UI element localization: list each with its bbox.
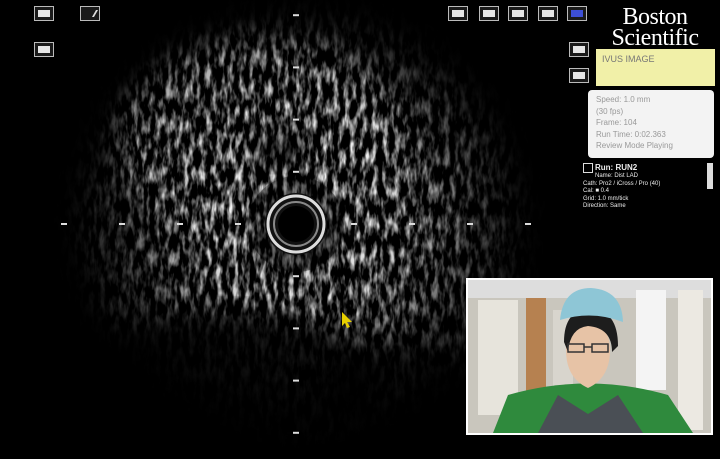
display-icon[interactable] xyxy=(567,6,587,21)
back-icon[interactable] xyxy=(479,6,499,21)
export-icon[interactable] xyxy=(538,6,558,21)
contrast-icon[interactable] xyxy=(569,42,589,57)
mode-label: Review Mode Playing xyxy=(596,141,673,150)
grid-tick-vertical xyxy=(293,118,299,121)
grid-tick-vertical xyxy=(293,431,299,434)
grid-tick-vertical xyxy=(293,66,299,69)
snapshot-icon[interactable] xyxy=(34,42,54,57)
run-label: Run: RUN2 xyxy=(595,163,638,173)
capture-icon[interactable] xyxy=(448,6,468,21)
info-box[interactable]: IVUS IMAGE xyxy=(596,49,715,86)
run-time-label: Run Time: 0:02.363 xyxy=(596,129,666,139)
info-box-text: IVUS IMAGE xyxy=(602,54,655,64)
grid-tick-vertical xyxy=(293,327,299,330)
plaque-shadow xyxy=(248,126,308,170)
grid-tick-horizontal xyxy=(119,223,125,225)
presenter-video xyxy=(466,278,713,435)
edit-icon[interactable] xyxy=(80,6,100,21)
grid-tick-horizontal xyxy=(235,223,241,225)
speed-label: Speed: 1.0 mm xyxy=(596,95,651,104)
frame-rate-label: (30 fps) xyxy=(596,106,624,116)
grid-tick-horizontal xyxy=(525,223,531,225)
playback-panel: Speed: 1.0 mm (30 fps) Frame: 104 Run Ti… xyxy=(588,90,714,158)
cath-label: Cath: Pro2 / iCross / Pro (40) xyxy=(583,180,661,187)
grid-tick-horizontal xyxy=(61,223,67,225)
run-checkbox[interactable] xyxy=(583,163,593,173)
print-icon[interactable] xyxy=(508,6,528,21)
save-icon[interactable] xyxy=(569,68,589,83)
grid-tick-vertical xyxy=(293,14,299,17)
screen-icon[interactable] xyxy=(34,6,54,21)
direction-label: Direction: Same xyxy=(583,203,626,210)
brand-logo: Boston Scientific xyxy=(593,5,717,51)
frame-label: Frame: 104 xyxy=(596,118,637,127)
cal-label: Cal: ■ 0.4 xyxy=(583,188,609,195)
grid-tick-vertical xyxy=(293,170,299,173)
grid-tick-horizontal xyxy=(467,223,473,225)
grid-tick-vertical xyxy=(293,275,299,278)
grid-tick-horizontal xyxy=(177,223,183,225)
catheter-core xyxy=(278,206,314,242)
grid-tick-horizontal xyxy=(351,223,357,225)
name-label: Name: Dist LAD xyxy=(595,173,639,179)
brand-line-2: Scientific xyxy=(611,25,699,51)
grid-tick-horizontal xyxy=(409,223,415,225)
run-info: Run: RUN2 Name: Dist LAD Cath: Pro2 / iC… xyxy=(583,163,705,211)
run-list-scrollbar[interactable] xyxy=(707,163,713,189)
grid-tick-vertical xyxy=(293,379,299,382)
grid-label: Grid: 1.0 mm/tick xyxy=(583,195,629,202)
